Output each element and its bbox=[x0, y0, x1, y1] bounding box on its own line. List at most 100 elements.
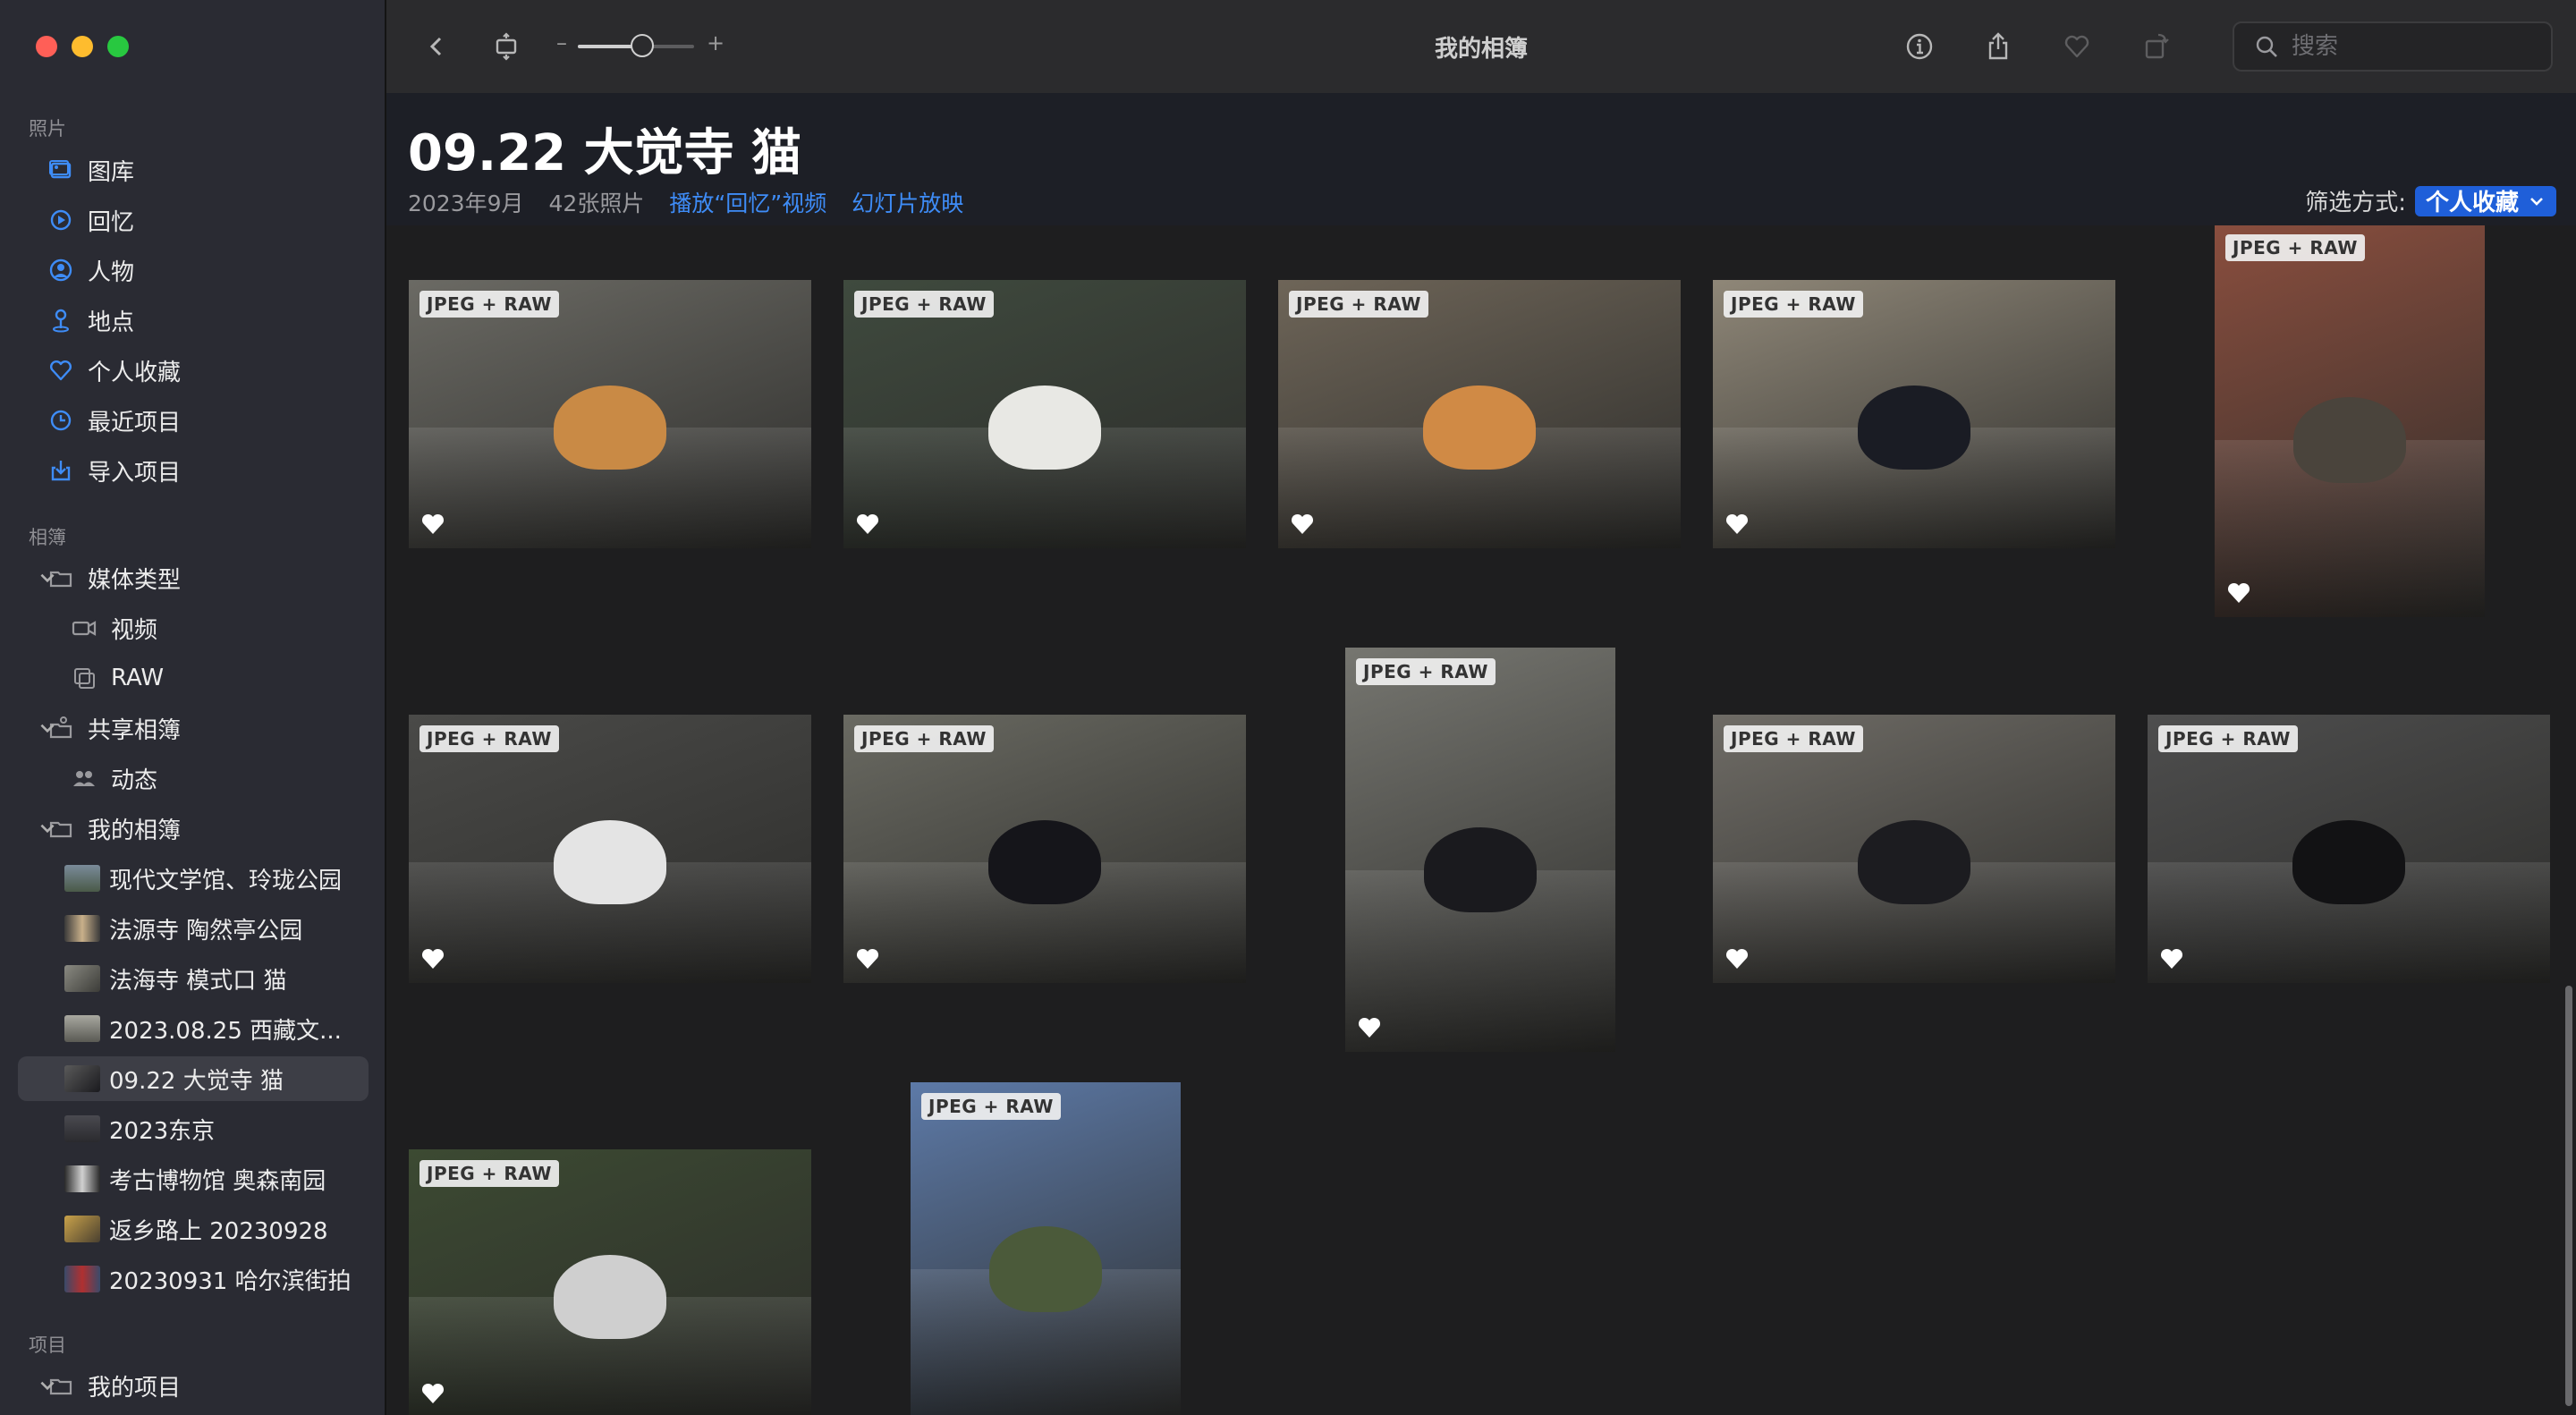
sidebar-item-label: 我的项目 bbox=[88, 1374, 182, 1402]
section-title-photos: 照片 bbox=[29, 118, 66, 140]
favorite-heart-icon[interactable] bbox=[1356, 1014, 1383, 1041]
zoom-window-button[interactable] bbox=[107, 36, 129, 57]
sidebar-item-places[interactable]: 地点 bbox=[18, 298, 369, 343]
album-item[interactable]: 2023东京 bbox=[18, 1106, 369, 1151]
filter-dropdown[interactable]: 个人收藏 bbox=[2414, 185, 2556, 216]
clock-icon bbox=[47, 406, 75, 435]
album-item[interactable]: 考古博物馆 奥森南园 bbox=[18, 1157, 369, 1201]
zoom-in-button[interactable]: + bbox=[707, 30, 724, 55]
filter-control: 筛选方式: 个人收藏 bbox=[2305, 184, 2556, 217]
sidebar-item-media-types[interactable]: 媒体类型 bbox=[18, 555, 369, 600]
zoom-slider-knob[interactable] bbox=[630, 34, 654, 57]
album-item[interactable]: 2023.08.25 西藏文... bbox=[18, 1006, 369, 1051]
sidebar-item-recents[interactable]: 最近项目 bbox=[18, 398, 369, 443]
photo-thumbnail[interactable]: JPEG + RAW bbox=[409, 1149, 811, 1415]
sidebar-item-imports[interactable]: 导入项目 bbox=[18, 448, 369, 493]
format-badge: JPEG + RAW bbox=[2225, 234, 2365, 261]
album-label: 考古博物馆 奥森南园 bbox=[109, 1167, 326, 1195]
album-thumbnail bbox=[64, 1165, 100, 1192]
sidebar-item-raw[interactable]: RAW bbox=[18, 656, 369, 700]
rotate-button[interactable] bbox=[2136, 27, 2175, 66]
chevron-down-icon[interactable] bbox=[38, 568, 57, 588]
minimize-window-button[interactable] bbox=[72, 36, 93, 57]
photo-thumbnail[interactable]: JPEG + RAW bbox=[911, 1082, 1181, 1415]
video-icon bbox=[70, 614, 98, 642]
album-thumbnail bbox=[64, 1266, 100, 1292]
section-title-projects: 项目 bbox=[29, 1335, 66, 1356]
back-button[interactable] bbox=[417, 27, 456, 66]
album-thumbnail bbox=[64, 865, 100, 892]
aspect-ratio-icon bbox=[496, 32, 517, 61]
photo-thumbnail[interactable]: JPEG + RAW bbox=[843, 715, 1246, 983]
photo-thumbnail[interactable]: JPEG + RAW bbox=[2215, 225, 2485, 617]
format-badge: JPEG + RAW bbox=[1724, 725, 1863, 752]
photo-thumbnail[interactable]: JPEG + RAW bbox=[843, 280, 1246, 548]
favorite-heart-icon[interactable] bbox=[2158, 945, 2185, 972]
album-item[interactable]: 现代文学馆、玲珑公园 bbox=[18, 856, 369, 901]
play-memory-video-link[interactable]: 播放“回忆”视频 bbox=[669, 186, 826, 218]
favorite-heart-icon[interactable] bbox=[1289, 511, 1316, 538]
album-date: 2023年9月 bbox=[408, 191, 524, 216]
photo-thumbnail[interactable]: JPEG + RAW bbox=[409, 715, 811, 983]
photo-thumbnail[interactable]: JPEG + RAW bbox=[1713, 280, 2115, 548]
slideshow-link[interactable]: 幻灯片放映 bbox=[852, 186, 963, 218]
photo-thumbnail[interactable]: JPEG + RAW bbox=[409, 280, 811, 548]
album-item[interactable]: 法源寺 陶然亭公园 bbox=[18, 906, 369, 951]
sidebar-item-people[interactable]: 人物 bbox=[18, 248, 369, 292]
photo-thumbnail[interactable]: JPEG + RAW bbox=[1278, 280, 1681, 548]
album-header: 09.22 大觉寺 猫 2023年9月 42张照片 播放“回忆”视频 幻灯片放映… bbox=[386, 93, 2576, 226]
album-meta: 2023年9月 42张照片 播放“回忆”视频 幻灯片放映 bbox=[408, 186, 963, 218]
favorite-heart-icon[interactable] bbox=[854, 945, 881, 972]
search-icon bbox=[2256, 36, 2277, 57]
album-item-selected[interactable]: 09.22 大觉寺 猫 bbox=[18, 1056, 369, 1101]
chevron-down-icon[interactable] bbox=[38, 1376, 57, 1395]
photo-thumbnail[interactable]: JPEG + RAW bbox=[1713, 715, 2115, 983]
chevron-down-icon[interactable] bbox=[38, 818, 57, 838]
album-label: 20230931 哈尔滨街拍 bbox=[109, 1267, 352, 1295]
sidebar-item-library[interactable]: 图库 bbox=[18, 148, 369, 192]
filter-value: 个人收藏 bbox=[2425, 190, 2519, 216]
photo-subject bbox=[554, 819, 666, 905]
sidebar-item-label: 人物 bbox=[88, 258, 135, 286]
sidebar-item-label: 我的相簿 bbox=[88, 817, 182, 844]
sidebar-item-activity[interactable]: 动态 bbox=[18, 756, 369, 801]
favorite-heart-icon[interactable] bbox=[419, 945, 446, 972]
fit-view-button[interactable] bbox=[487, 27, 526, 66]
photo-thumbnail[interactable]: JPEG + RAW bbox=[1345, 648, 1615, 1052]
favorite-heart-icon[interactable] bbox=[854, 511, 881, 538]
vertical-scrollbar[interactable] bbox=[2565, 986, 2572, 1406]
share-button[interactable] bbox=[1979, 27, 2018, 66]
album-item[interactable]: 法海寺 模式口 猫 bbox=[18, 956, 369, 1001]
sidebar-item-favorites[interactable]: 个人收藏 bbox=[18, 348, 369, 393]
format-badge: JPEG + RAW bbox=[854, 725, 994, 752]
sidebar-item-my-albums[interactable]: 我的相簿 bbox=[18, 806, 369, 851]
sidebar-item-shared-albums[interactable]: 共享相簿 bbox=[18, 706, 369, 750]
format-badge: JPEG + RAW bbox=[921, 1093, 1061, 1120]
sidebar-item-memories[interactable]: 回忆 bbox=[18, 198, 369, 242]
favorite-button[interactable] bbox=[2057, 27, 2097, 66]
close-window-button[interactable] bbox=[36, 36, 57, 57]
album-thumbnail bbox=[64, 1216, 100, 1242]
zoom-out-button[interactable]: – bbox=[556, 30, 567, 55]
sidebar-item-my-projects[interactable]: 我的项目 bbox=[18, 1363, 369, 1408]
album-thumbnail bbox=[64, 1115, 100, 1142]
sidebar-item-label: 动态 bbox=[111, 767, 158, 794]
search-field[interactable] bbox=[2233, 21, 2553, 72]
favorite-heart-icon[interactable] bbox=[2225, 580, 2252, 606]
favorite-heart-icon[interactable] bbox=[419, 1380, 446, 1407]
album-title: 09.22 大觉寺 猫 bbox=[408, 124, 802, 182]
search-input[interactable] bbox=[2290, 32, 2526, 61]
photo-thumbnail[interactable]: JPEG + RAW bbox=[2148, 715, 2550, 983]
album-item[interactable]: 20230931 哈尔滨街拍 bbox=[18, 1257, 369, 1301]
info-button[interactable] bbox=[1900, 27, 1939, 66]
favorite-heart-icon[interactable] bbox=[419, 511, 446, 538]
favorite-heart-icon[interactable] bbox=[1724, 511, 1750, 538]
photo-subject bbox=[988, 819, 1101, 905]
chevron-down-icon[interactable] bbox=[38, 718, 57, 738]
photo-subject bbox=[554, 385, 666, 470]
favorite-heart-icon[interactable] bbox=[1724, 945, 1750, 972]
format-badge: JPEG + RAW bbox=[2158, 725, 2298, 752]
album-item[interactable]: 返乡路上 20230928 bbox=[18, 1207, 369, 1251]
format-badge: JPEG + RAW bbox=[419, 1160, 559, 1187]
sidebar-item-videos[interactable]: 视频 bbox=[18, 606, 369, 650]
